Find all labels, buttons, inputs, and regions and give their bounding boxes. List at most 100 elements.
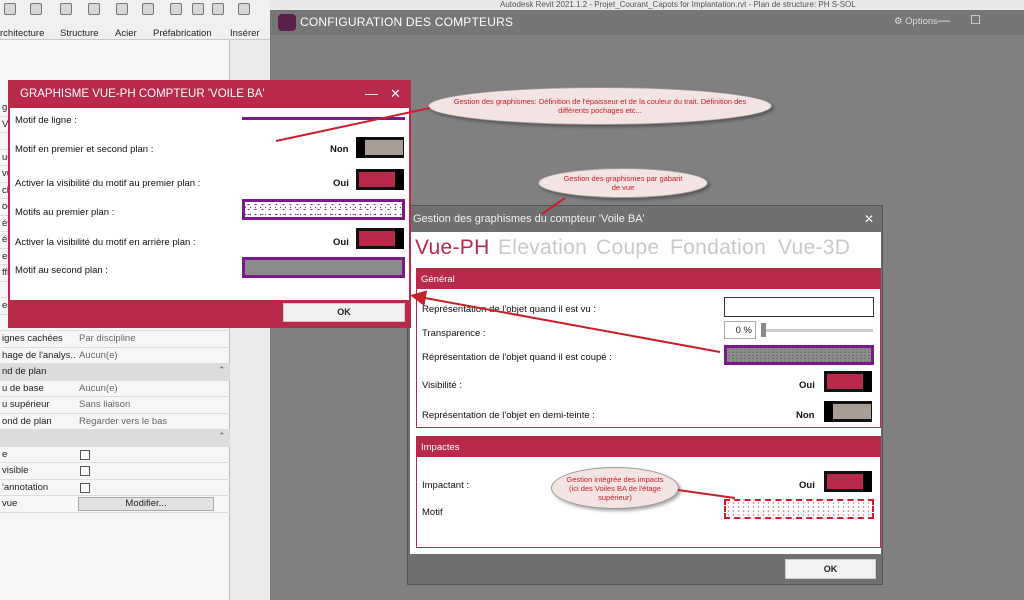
property-name: e [2,448,8,460]
close-icon[interactable]: ✕ [864,212,874,226]
graphisme-dialog-header: GRAPHISME VUE-PH COMPTEUR 'VOILE BA' — ✕ [10,82,409,108]
properties-row[interactable]: ond de plan Regarder vers le bas [0,414,230,430]
line-pattern-sample[interactable] [242,117,405,120]
minimize-button[interactable]: — [938,13,950,27]
ribbon-tab-architecture[interactable]: rchitecture [0,28,44,39]
visibilite-toggle[interactable] [824,371,872,392]
properties-row[interactable]: 'annotation [0,480,230,496]
property-name: 'annotation [2,481,49,493]
ribbon-tab-acier[interactable]: Acier [115,28,137,39]
property-name: ignes cachées [2,333,63,344]
label-visibilite: Visibilité : [422,380,462,391]
print-icon[interactable] [116,3,128,15]
callout-gabarit: Gestion des graphismes par gabarit de vu… [538,168,708,198]
property-checkbox[interactable] [80,449,90,460]
transparence-input[interactable]: 0 % [724,321,756,339]
redo-icon[interactable] [88,3,100,15]
tab-vue-ph[interactable]: Vue-PH [415,236,490,260]
ribbon-tab-prefabrication[interactable]: Préfabrication [153,28,212,39]
objet-vu-pattern[interactable] [724,297,874,317]
properties-section[interactable]: nd de plan ⌃ [0,364,230,381]
dimension-icon[interactable] [170,3,182,15]
minimize-icon[interactable]: — [365,86,378,101]
collapse-icon[interactable]: ⌃ [218,431,226,442]
visibilite-arriere-plan-toggle[interactable] [356,228,404,249]
visibilite-premier-plan-toggle[interactable] [356,169,404,190]
text-icon[interactable] [212,3,224,15]
label-motif-premier-second: Motif en premier et second plan : [15,144,154,155]
gestion-ok-button[interactable]: OK [785,559,876,579]
maximize-button[interactable]: ☐ [970,13,981,27]
transparence-slider-thumb[interactable] [761,323,766,337]
graphisme-dialog: GRAPHISME VUE-PH COMPTEUR 'VOILE BA' — ✕… [8,80,411,328]
app-logo-icon [278,14,296,31]
visibilite-arriere-plan-value: Oui [333,237,349,248]
visibilite-premier-plan-value: Oui [333,178,349,189]
objet-coupe-pattern[interactable] [724,345,874,365]
motif-premier-second-value: Non [330,144,349,155]
property-value: Par discipline [79,333,136,344]
revit-title-bar: Autodesk Revit 2021.1.2 - Projet_Courant… [270,0,1024,10]
tab-vue-3d[interactable]: Vue-3D [778,236,850,260]
config-window-titlebar: CONFIGURATION DES COMPTEURS ⚙ Options — … [270,10,1024,35]
properties-row[interactable]: ignes cachées Par discipline [0,331,230,348]
gestion-dialog-title: Gestion des graphismes du compteur 'Voil… [413,213,645,225]
demi-teinte-toggle[interactable] [824,401,872,422]
ribbon-tab-inserer[interactable]: Insérer [230,28,260,39]
property-checkbox[interactable] [80,482,90,493]
transparence-slider-track[interactable] [761,329,873,332]
label-demi-teinte: Représentation de l'objet en demi-teinte… [422,410,595,421]
impactant-value: Oui [799,480,815,491]
close-icon[interactable]: ✕ [390,86,401,102]
revit-ribbon: rchitecture Structure Acier Préfabricati… [0,0,270,40]
label-impactant: Impactant : [422,480,469,491]
options-label: Options [905,16,938,27]
motif-impact-pattern[interactable] [724,499,874,519]
properties-row[interactable]: e [0,447,230,463]
graphisme-ok-button[interactable]: OK [283,303,405,322]
properties-row[interactable]: u de base Aucun(e) [0,381,230,397]
properties-row[interactable]: visible [0,463,230,480]
property-name: vue [2,498,18,509]
properties-row[interactable]: vue Modifier... [0,496,230,513]
gestion-graphismes-dialog: Gestion des graphismes du compteur 'Voil… [407,205,883,585]
motif-second-plan-pattern[interactable] [242,257,405,278]
properties-row[interactable]: hage de l'analys... Aucun(e) [0,348,230,364]
general-group: Général Représentation de l'objet quand … [416,268,881,428]
property-name: u de base [2,382,44,394]
file-icon[interactable] [4,3,16,15]
tab-coupe[interactable]: Coupe [596,236,659,260]
measure-icon[interactable] [142,3,154,15]
impactant-toggle[interactable] [824,471,872,492]
property-checkbox[interactable] [80,466,90,476]
properties-row[interactable]: u supérieur Sans liaison [0,397,230,414]
motifs-premier-plan-pattern[interactable] [242,199,405,220]
collapse-icon[interactable]: ⌃ [218,365,226,376]
options-button[interactable]: ⚙ Options [894,16,938,27]
modifier-button[interactable]: Modifier... [78,497,214,511]
tag-icon[interactable] [192,3,204,15]
config-window-title: CONFIGURATION DES COMPTEURS [300,15,514,29]
callout-graphismes: Gestion des graphismes: Définition de l'… [428,87,772,125]
tab-elevation[interactable]: Elevation [498,236,587,260]
property-name: ond de plan [2,415,52,427]
callout-impacts: Gestion intégrée des impacts (ici des Vo… [551,467,679,509]
property-name: visible [2,465,29,476]
undo-icon[interactable] [60,3,72,15]
3d-view-icon[interactable] [238,3,250,15]
save-icon[interactable] [30,3,42,15]
label-objet-coupe: Réprésentation de l'objet quand il est c… [422,352,612,363]
tab-fondation[interactable]: Fondation [670,236,766,260]
properties-section[interactable]: ⌃ [0,430,230,447]
label-objet-vu: Représentation de l'objet quand il est v… [422,304,596,315]
graphisme-dialog-footer: OK [10,300,409,326]
property-value: Sans liaison [79,399,131,410]
motif-premier-second-toggle[interactable] [356,137,404,158]
gestion-dialog-header: Gestion des graphismes du compteur 'Voil… [408,206,882,232]
label-motif-de-ligne: Motif de ligne : [15,115,77,126]
demi-teinte-value: Non [796,410,815,421]
property-value: Aucun(e) [79,349,118,361]
label-motif-second-plan: Motif au second plan : [15,265,108,276]
ribbon-tab-structure[interactable]: Structure [60,28,99,39]
label-motif: Motif [422,507,443,518]
